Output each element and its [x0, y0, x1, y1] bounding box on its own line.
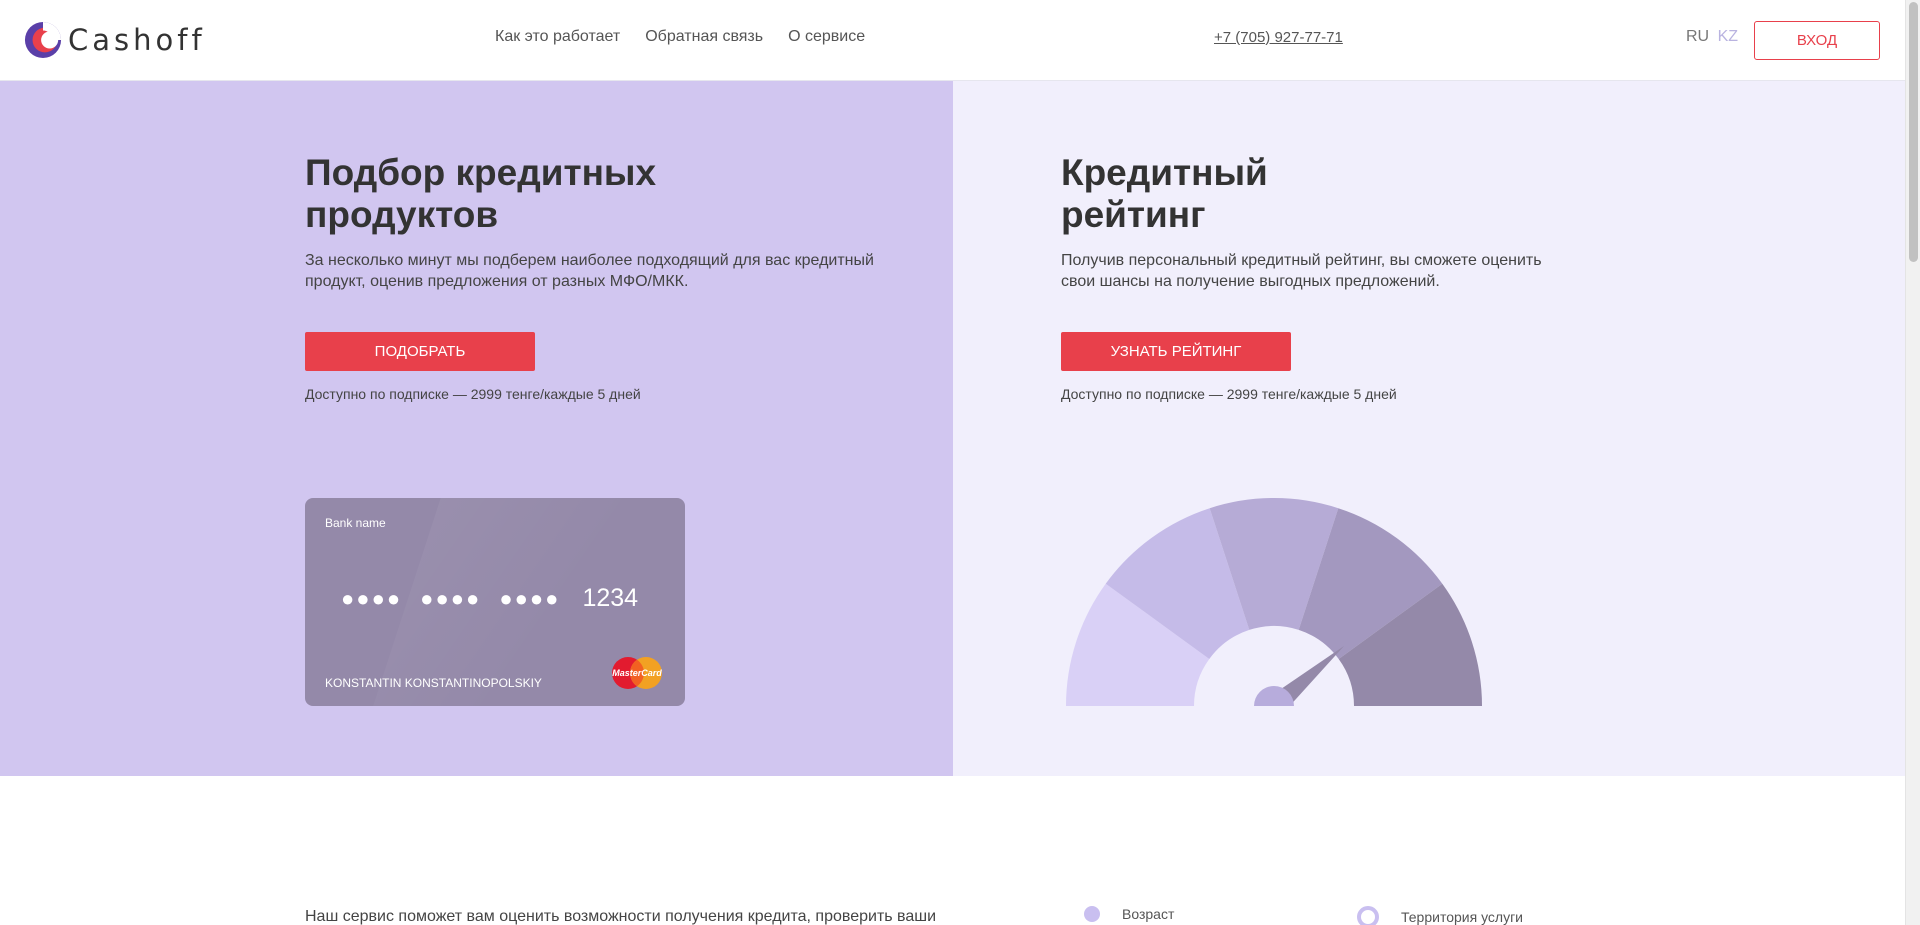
feature-age-label: Возраст [1122, 906, 1175, 922]
page-scrollbar[interactable] [1905, 0, 1920, 925]
language-switcher: RU KZ [1686, 28, 1738, 46]
card-number-group-1: ●●●● [341, 585, 403, 611]
subscription-note-left: Доступно по подписке — 2999 тенге/каждые… [305, 386, 641, 402]
credit-rating-title-line1: Кредитный [1061, 152, 1268, 193]
credit-products-title-line1: Подбор кредитных [305, 152, 657, 193]
lang-ru[interactable]: RU [1686, 28, 1709, 45]
credit-rating-title: Кредитный рейтинг [1061, 152, 1268, 236]
feature-territory-dot [1357, 906, 1379, 925]
get-rating-button[interactable]: УЗНАТЬ РЕЙТИНГ [1061, 332, 1291, 371]
subscription-note-right: Доступно по подписке — 2999 тенге/каждые… [1061, 386, 1397, 402]
phone-link[interactable]: +7 (705) 927-77-71 [1214, 29, 1343, 46]
main-nav: Как это работает Обратная связь О сервис… [495, 28, 865, 46]
credit-products-description: За несколько минут мы подберем наиболее … [305, 250, 874, 292]
logo-text: Cashoff [68, 23, 206, 57]
login-button[interactable]: ВХОД [1754, 21, 1880, 60]
rating-gauge [1066, 498, 1482, 706]
card-number-group-2: ●●●● [420, 585, 482, 611]
credit-rating-desc-line1: Получив персональный кредитный рейтинг, … [1061, 252, 1542, 269]
credit-rating-desc-line2: свои шансы на получение выгодных предлож… [1061, 273, 1440, 290]
card-bank-name: Bank name [325, 516, 386, 530]
lang-kz[interactable]: KZ [1718, 28, 1738, 45]
bank-card: Bank name ●●●● ●●●● ●●●● 1234 KONSTANTIN… [305, 498, 685, 706]
card-holder-name: KONSTANTIN KONSTANTINOPOLSKIY [325, 676, 542, 690]
credit-products-title: Подбор кредитных продуктов [305, 152, 656, 236]
feature-age: Возраст [1084, 906, 1174, 922]
select-products-button[interactable]: ПОДОБРАТЬ [305, 332, 535, 371]
credit-rating-title-line2: рейтинг [1061, 194, 1206, 235]
credit-rating-description: Получив персональный кредитный рейтинг, … [1061, 250, 1542, 292]
mastercard-logo-icon: MasterCard [612, 657, 662, 689]
service-description: Наш сервис поможет вам оценить возможнос… [305, 908, 937, 925]
feature-territory: Территория услуги [1357, 906, 1523, 925]
nav-how-it-works[interactable]: Как это работает [495, 28, 620, 46]
cashoff-logo-icon [24, 21, 62, 59]
mastercard-brand-text: MasterCard [612, 668, 662, 678]
feature-territory-label: Территория услуги [1401, 909, 1524, 925]
credit-products-desc-line2: продукт, оценив предложения от разных МФ… [305, 273, 689, 290]
nav-about[interactable]: О сервисе [788, 28, 865, 46]
credit-products-desc-line1: За несколько минут мы подберем наиболее … [305, 252, 874, 269]
logo[interactable]: Cashoff [24, 20, 206, 60]
nav-feedback[interactable]: Обратная связь [645, 28, 763, 46]
site-header: Cashoff Как это работает Обратная связь … [0, 0, 1905, 81]
credit-products-title-line2: продуктов [305, 194, 499, 235]
scrollbar-thumb[interactable] [1909, 2, 1918, 262]
feature-age-dot [1084, 906, 1100, 922]
card-number-group-3: ●●●● [499, 585, 561, 611]
card-last4: 1234 [582, 584, 639, 612]
card-number: ●●●● ●●●● ●●●● 1234 [341, 584, 638, 613]
